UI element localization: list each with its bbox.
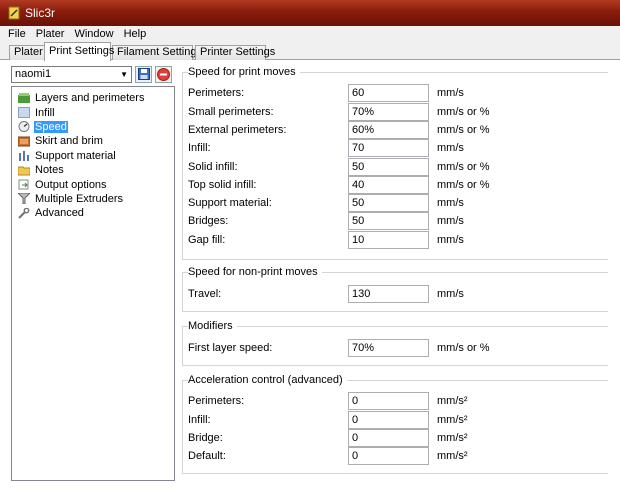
tree-item-speed[interactable]: Speed (12, 120, 174, 134)
setting-row-travel: Travel: mm/s (188, 285, 588, 303)
setting-row-infill-accel: Infill: mm/s² (188, 411, 588, 429)
group-title: Acceleration control (advanced) (188, 374, 347, 386)
tree-item-notes[interactable]: Notes (12, 163, 174, 177)
title-bar: Slic3r (0, 0, 620, 26)
setting-row-infill: Infill: mm/s (188, 139, 588, 157)
setting-row-top-solid-infill: Top solid infill: mm/s or % (188, 176, 588, 194)
delete-preset-button[interactable] (155, 65, 172, 83)
setting-row-perimeters: Perimeters: mm/s (188, 84, 588, 102)
perimeters-acceleration-input[interactable] (348, 392, 429, 410)
group-title: Speed for non-print moves (188, 266, 322, 278)
setting-row-solid-infill: Solid infill: mm/s or % (188, 158, 588, 176)
setting-row-default-accel: Default: mm/s² (188, 447, 588, 465)
wrench-icon (18, 207, 30, 219)
travel-speed-input[interactable] (348, 285, 429, 303)
delete-icon (157, 67, 170, 81)
setting-row-support-material: Support material: mm/s (188, 194, 588, 212)
funnel-icon (18, 193, 30, 205)
tree-item-infill[interactable]: Infill (12, 105, 174, 119)
setting-row-perimeters-accel: Perimeters: mm/s² (188, 392, 588, 410)
layers-icon (18, 92, 30, 103)
menu-plater[interactable]: Plater (31, 28, 70, 40)
first-layer-speed-input[interactable] (348, 339, 429, 357)
top-solid-infill-speed-input[interactable] (348, 176, 429, 194)
tab-printer-settings[interactable]: Printer Settings (195, 45, 275, 60)
setting-row-external-perimeters: External perimeters: mm/s or % (188, 121, 588, 139)
menu-bar: File Plater Window Help (0, 26, 620, 42)
external-perimeters-speed-input[interactable] (348, 121, 429, 139)
bridge-acceleration-input[interactable] (348, 429, 429, 447)
small-perimeters-speed-input[interactable] (348, 103, 429, 121)
tab-filament-settings[interactable]: Filament Settings (112, 45, 202, 60)
tab-bar: Plater Print Settings Filament Settings … (0, 42, 620, 61)
preset-row: naomi1 ▼ (11, 65, 172, 83)
tree-item-skirt[interactable]: Skirt and brim (12, 134, 174, 148)
menu-window[interactable]: Window (69, 28, 118, 40)
window-title: Slic3r (25, 6, 56, 20)
tab-print-settings[interactable]: Print Settings (44, 42, 114, 61)
bridges-speed-input[interactable] (348, 212, 429, 230)
save-preset-button[interactable] (135, 65, 152, 83)
chevron-down-icon: ▼ (120, 69, 128, 79)
infill-icon (18, 107, 30, 119)
tree-item-output[interactable]: Output options (12, 177, 174, 191)
default-acceleration-input[interactable] (348, 447, 429, 465)
gap-fill-speed-input[interactable] (348, 231, 429, 249)
settings-tree: Layers and perimeters Infill Speed Skirt… (11, 86, 175, 481)
solid-infill-speed-input[interactable] (348, 158, 429, 176)
preset-value: naomi1 (15, 68, 52, 80)
infill-speed-input[interactable] (348, 139, 429, 157)
tree-item-support[interactable]: Support material (12, 149, 174, 163)
tree-item-advanced[interactable]: Advanced (12, 206, 174, 220)
output-icon (18, 179, 29, 190)
support-icon (19, 151, 29, 162)
slic3r-logo-icon (8, 6, 20, 20)
setting-row-small-perimeters: Small perimeters: mm/s or % (188, 103, 588, 121)
setting-row-bridges: Bridges: mm/s (188, 212, 588, 230)
speed-icon (18, 121, 30, 133)
print-settings-panel: naomi1 ▼ Layers and perimeters Infill Sp… (0, 60, 620, 491)
tree-item-layers[interactable]: Layers and perimeters (12, 91, 174, 105)
preset-dropdown[interactable]: naomi1 ▼ (11, 65, 132, 83)
setting-row-gap-fill: Gap fill: mm/s (188, 231, 588, 249)
menu-file[interactable]: File (0, 28, 31, 40)
setting-row-bridge-accel: Bridge: mm/s² (188, 429, 588, 447)
infill-acceleration-input[interactable] (348, 411, 429, 429)
setting-row-first-layer-speed: First layer speed: mm/s or % (188, 339, 588, 357)
skirt-icon (18, 136, 30, 147)
notes-icon (18, 166, 30, 176)
tree-item-extruders[interactable]: Multiple Extruders (12, 192, 174, 206)
save-icon (137, 68, 150, 80)
tab-plater[interactable]: Plater (9, 45, 45, 60)
perimeters-speed-input[interactable] (348, 84, 429, 102)
menu-help[interactable]: Help (119, 28, 152, 40)
support-material-speed-input[interactable] (348, 194, 429, 212)
group-title: Modifiers (188, 320, 237, 332)
group-title: Speed for print moves (188, 66, 300, 78)
